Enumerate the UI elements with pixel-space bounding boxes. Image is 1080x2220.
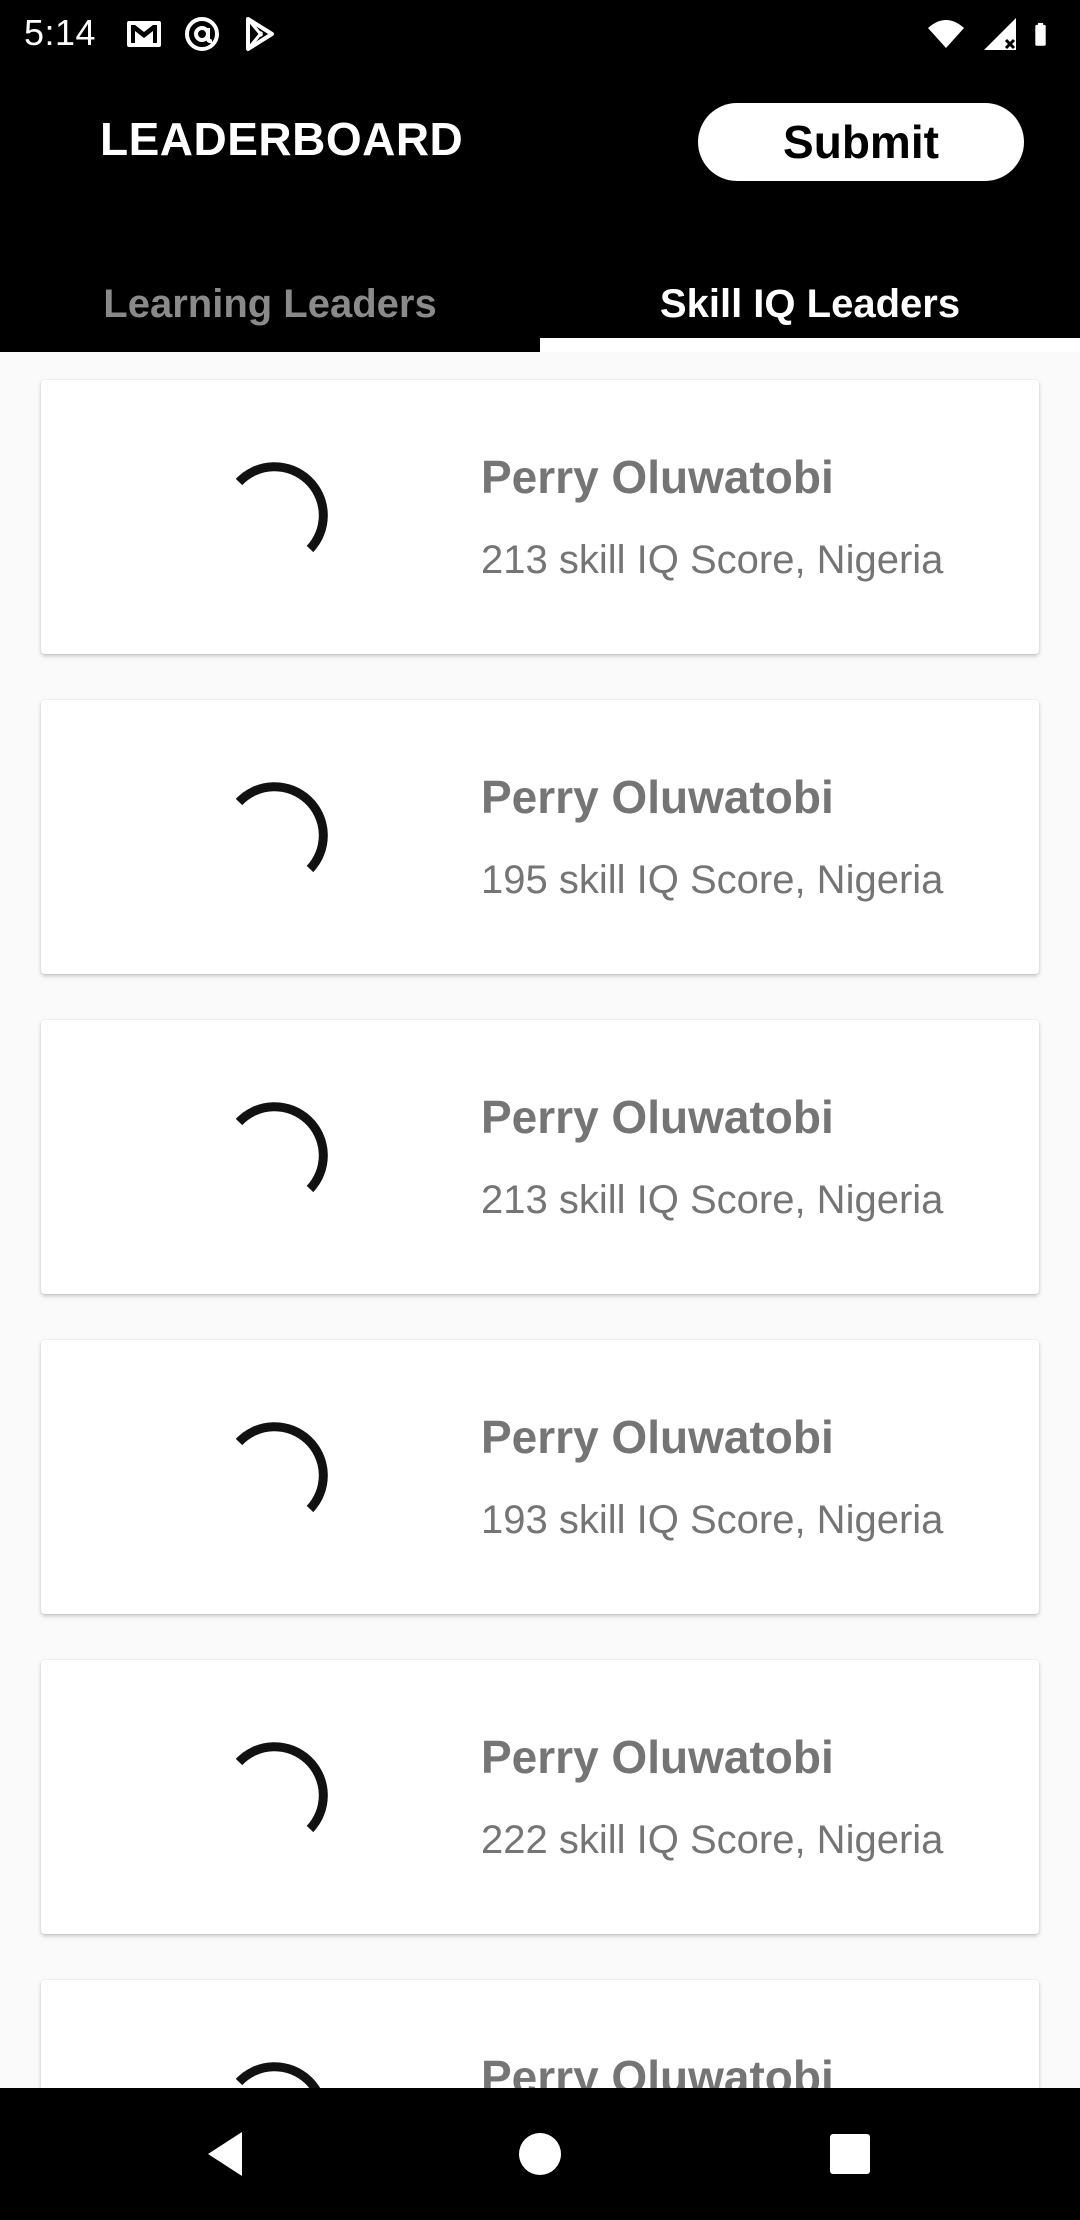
signal-icon xyxy=(984,18,1016,50)
leader-list[interactable]: Perry Oluwatobi 213 skill IQ Score, Nige… xyxy=(0,352,1080,2088)
page-title: LEADERBOARD xyxy=(100,113,464,165)
leader-name: Perry Oluwatobi xyxy=(481,1731,834,1783)
play-store-icon xyxy=(246,17,274,51)
system-icons xyxy=(926,14,1060,54)
leader-card[interactable]: Perry Oluwatobi 222 skill IQ Score, Nige… xyxy=(41,1660,1039,1934)
tab-indicator xyxy=(540,338,1080,352)
navigation-bar xyxy=(0,2088,1080,2220)
submit-button[interactable]: Submit xyxy=(698,103,1024,181)
notification-icons xyxy=(124,14,280,54)
leader-name: Perry Oluwatobi xyxy=(481,1411,834,1463)
recents-button[interactable] xyxy=(810,2114,890,2194)
leader-card[interactable]: Perry Oluwatobi 195 skill IQ Score, Nige… xyxy=(41,700,1039,974)
gmail-icon xyxy=(127,21,161,47)
leader-score: 213 skill IQ Score, Nigeria xyxy=(481,1178,944,1222)
leader-name: Perry Oluwatobi xyxy=(481,451,834,503)
loading-spinner-icon xyxy=(235,2062,321,2088)
loading-spinner-icon xyxy=(235,1742,328,1833)
loading-spinner-icon xyxy=(235,462,328,553)
battery-icon xyxy=(1035,22,1046,46)
leader-score: 195 skill IQ Score, Nigeria xyxy=(481,858,944,902)
leader-name: Perry Oluwatobi xyxy=(481,2051,834,2088)
leader-card[interactable]: Perry Oluwatobi 213 skill IQ Score, Nige… xyxy=(41,1020,1039,1294)
loading-spinner-icon xyxy=(235,1102,328,1193)
home-icon xyxy=(519,2133,561,2175)
home-button[interactable] xyxy=(500,2114,580,2194)
leader-card[interactable]: Perry Oluwatobi 193 skill IQ Score, Nige… xyxy=(41,1340,1039,1614)
loading-spinner-icon xyxy=(235,782,328,873)
status-time: 5:14 xyxy=(24,12,97,53)
back-icon xyxy=(208,2132,242,2176)
leader-card[interactable]: Perry Oluwatobi xyxy=(41,1980,1039,2088)
status-bar: 5:14 xyxy=(0,0,1080,66)
leader-name: Perry Oluwatobi xyxy=(481,1091,834,1143)
leader-score: 222 skill IQ Score, Nigeria xyxy=(481,1818,944,1862)
leader-card[interactable]: Perry Oluwatobi 213 skill IQ Score, Nige… xyxy=(41,380,1039,654)
at-sign-icon xyxy=(185,17,219,51)
back-button[interactable] xyxy=(186,2114,266,2194)
loading-spinner-icon xyxy=(235,1422,328,1513)
tab-learning-leaders[interactable]: Learning Leaders xyxy=(0,256,540,352)
wifi-icon xyxy=(928,20,964,48)
leader-score: 213 skill IQ Score, Nigeria xyxy=(481,538,944,582)
leader-score: 193 skill IQ Score, Nigeria xyxy=(481,1498,944,1542)
leader-name: Perry Oluwatobi xyxy=(481,771,834,823)
app-header: LEADERBOARD Submit Learning Leaders Skil… xyxy=(0,66,1080,352)
recents-icon xyxy=(830,2134,870,2174)
